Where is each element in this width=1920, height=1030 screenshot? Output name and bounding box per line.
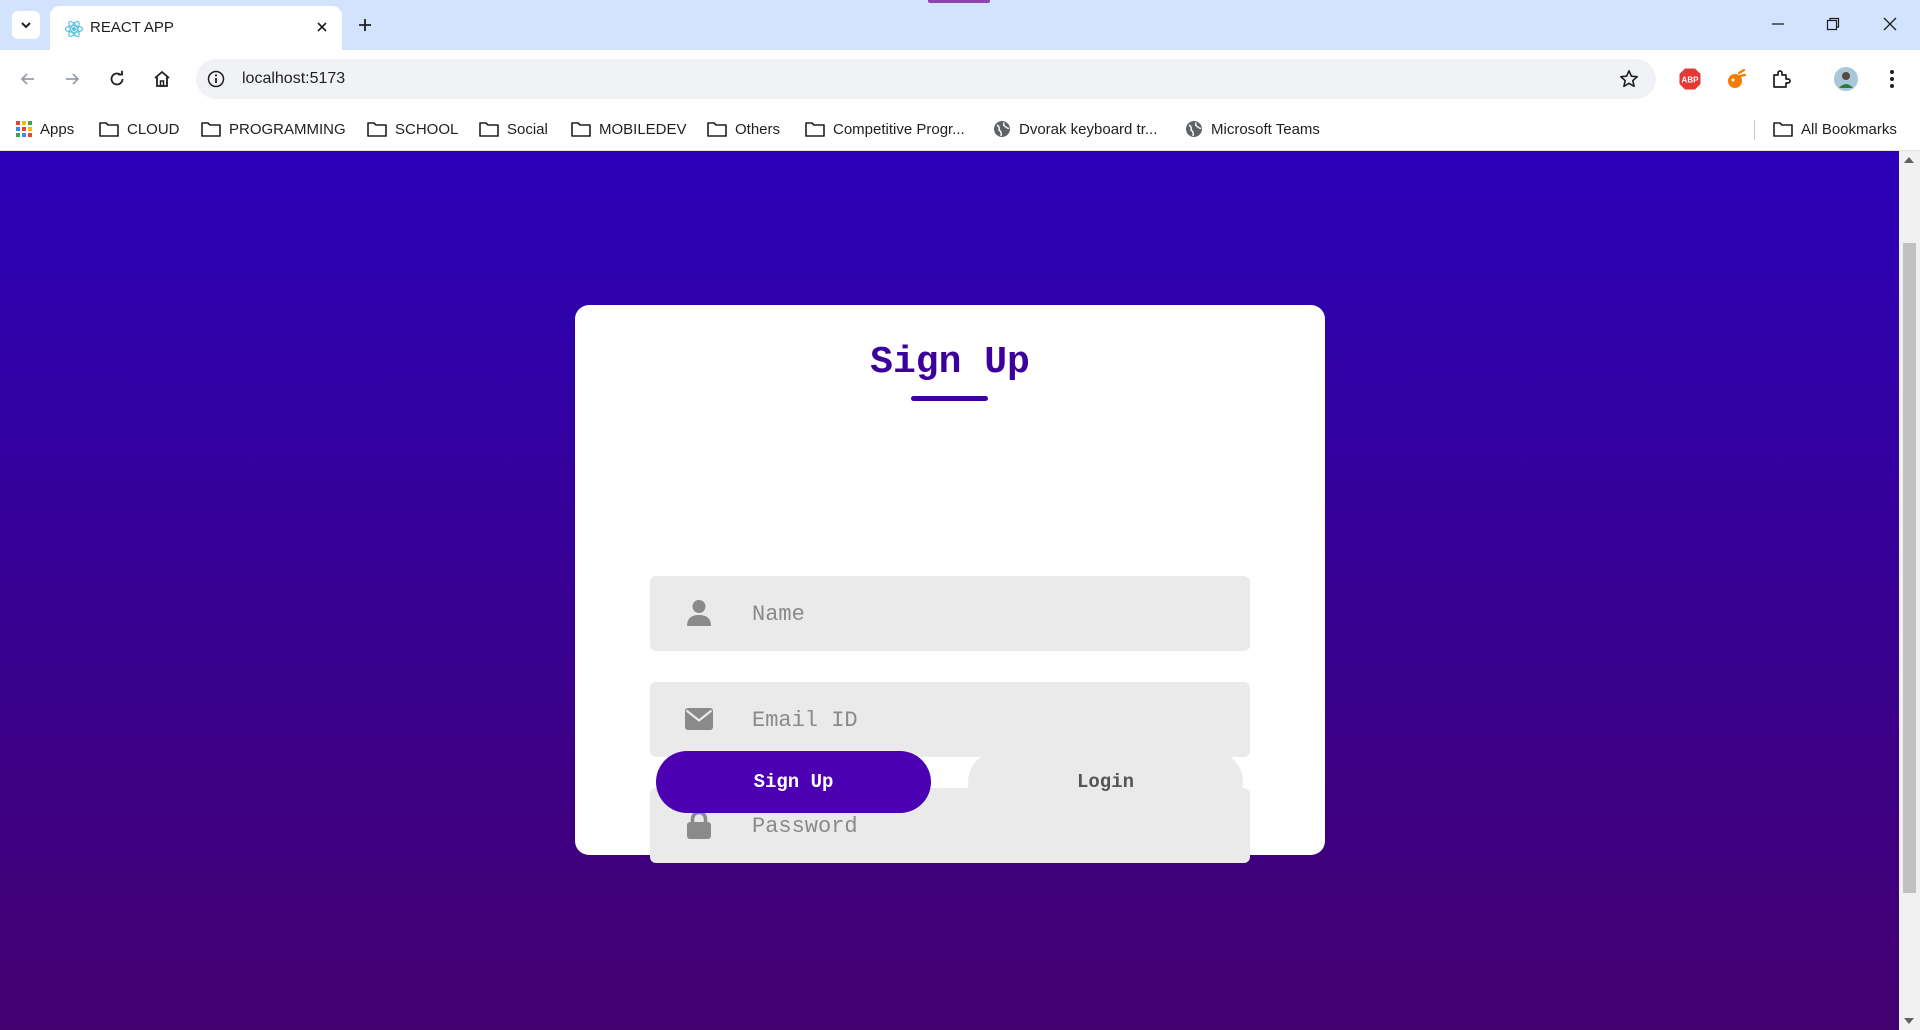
signup-card: Sign Up Sign Up Login	[575, 305, 1325, 865]
home-button[interactable]	[148, 65, 176, 93]
browser-menu-button[interactable]	[1878, 65, 1906, 93]
close-icon	[1883, 17, 1897, 31]
arrow-right-icon	[66, 73, 80, 85]
bookmark-label: Competitive Progr...	[833, 120, 965, 138]
apps-grid-icon	[16, 121, 32, 137]
title-underline	[911, 396, 988, 401]
envelope-icon	[684, 704, 714, 734]
url-text[interactable]: localhost:5173	[242, 70, 345, 88]
bookmark-folder-programming[interactable]: PROGRAMMING	[201, 118, 346, 140]
home-icon	[154, 70, 170, 87]
user-icon	[684, 598, 714, 628]
name-field[interactable]	[650, 576, 1250, 653]
globe-icon	[1186, 121, 1202, 137]
puzzle-extensions-icon[interactable]	[1767, 65, 1795, 93]
login-button[interactable]: Login	[968, 751, 1243, 813]
folder-icon	[99, 122, 119, 137]
bookmark-folder-others[interactable]: Others	[707, 118, 780, 140]
bookmarks-divider	[1754, 120, 1755, 140]
bookmark-label: SCHOOL	[395, 120, 459, 138]
bookmark-apps[interactable]: Apps	[16, 118, 74, 140]
react-icon	[64, 20, 84, 38]
folder-icon	[367, 122, 387, 137]
close-icon	[317, 22, 327, 32]
reload-button[interactable]	[103, 65, 131, 93]
page-scrollbar[interactable]	[1899, 151, 1920, 1030]
email-input[interactable]	[750, 682, 1234, 759]
extension-icon[interactable]	[1722, 65, 1750, 93]
tab-strip: REACT APP	[0, 0, 1920, 50]
page-title: Sign Up	[870, 341, 1030, 384]
forward-button[interactable]	[58, 65, 86, 93]
bookmark-label: MOBILEDEV	[599, 120, 687, 138]
folder-icon	[479, 122, 499, 137]
arrow-left-icon	[20, 73, 34, 85]
all-bookmarks-button[interactable]: All Bookmarks	[1773, 118, 1897, 140]
bookmark-folder-cloud[interactable]: CLOUD	[99, 118, 180, 140]
bookmark-folder-mobiledev[interactable]: MOBILEDEV	[571, 118, 687, 140]
tab-search-button[interactable]	[12, 11, 40, 39]
svg-text:ABP: ABP	[1682, 76, 1700, 85]
scroll-up-arrow-icon[interactable]	[1904, 157, 1914, 163]
globe-icon	[994, 121, 1010, 137]
folder-icon	[1773, 122, 1793, 137]
bookmark-label: PROGRAMMING	[229, 120, 346, 138]
folder-icon	[707, 122, 727, 137]
all-bookmarks-label: All Bookmarks	[1801, 120, 1897, 138]
signup-button[interactable]: Sign Up	[656, 751, 931, 813]
close-window-button[interactable]	[1872, 10, 1908, 38]
scroll-thumb[interactable]	[1903, 243, 1916, 893]
browser-toolbar: localhost:5173 ABP	[0, 50, 1920, 108]
bookmarks-bar: Apps CLOUD PROGRAMMING SCHOOL Social MOB…	[0, 108, 1920, 151]
folder-icon	[805, 122, 825, 137]
bookmark-label: CLOUD	[127, 120, 180, 138]
page-background: Sign Up Sign Up Login	[0, 151, 1899, 1030]
chevron-down-icon	[21, 22, 31, 29]
folder-icon	[571, 122, 591, 137]
tab-close-button[interactable]	[312, 17, 332, 37]
bookmark-label: Dvorak keyboard tr...	[1019, 120, 1158, 138]
scroll-down-arrow-icon[interactable]	[1904, 1018, 1914, 1024]
bookmark-folder-school[interactable]: SCHOOL	[367, 118, 458, 140]
bookmark-label: Microsoft Teams	[1211, 120, 1320, 138]
plus-icon	[359, 19, 371, 31]
bookmark-label: Apps	[40, 120, 75, 138]
bookmark-label: Social	[507, 120, 548, 138]
site-info-icon[interactable]	[206, 69, 226, 89]
adblock-extension-icon[interactable]: ABP	[1676, 65, 1704, 93]
restore-button[interactable]	[1815, 10, 1851, 38]
folder-icon	[201, 122, 221, 137]
tab-title: REACT APP	[90, 19, 174, 36]
bookmark-microsoft-teams[interactable]: Microsoft Teams	[1185, 118, 1320, 140]
bookmark-star-icon[interactable]	[1618, 68, 1640, 90]
bookmark-label: Others	[735, 120, 781, 138]
name-input[interactable]	[750, 576, 1234, 653]
profile-avatar[interactable]	[1832, 65, 1860, 93]
restore-icon	[1826, 17, 1840, 31]
address-bar[interactable]: localhost:5173	[196, 59, 1656, 99]
bookmark-folder-competitive[interactable]: Competitive Progr...	[805, 118, 965, 140]
kebab-menu-icon	[1890, 70, 1894, 88]
bookmark-folder-social[interactable]: Social	[479, 118, 548, 140]
reload-icon	[110, 70, 124, 86]
email-field[interactable]	[650, 682, 1250, 759]
lock-icon	[684, 810, 714, 840]
bookmark-dvorak[interactable]: Dvorak keyboard tr...	[993, 118, 1157, 140]
minimize-icon	[1772, 23, 1784, 25]
tab-group-indicator	[928, 0, 990, 3]
back-button[interactable]	[14, 65, 42, 93]
minimize-button[interactable]	[1760, 10, 1796, 38]
active-tab[interactable]: REACT APP	[50, 6, 342, 50]
new-tab-button[interactable]	[352, 12, 378, 38]
